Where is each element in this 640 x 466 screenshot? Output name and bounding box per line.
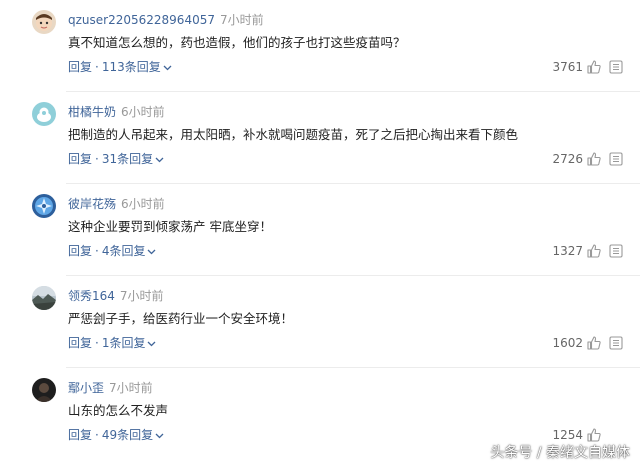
chevron-down-icon: [155, 157, 164, 162]
like-count: 1254: [552, 428, 583, 442]
avatar[interactable]: [32, 378, 56, 402]
comment-text: 把制造的人吊起来，用太阳晒，补水就喝问题疫苗，死了之后把心掏出来看下颜色: [68, 127, 519, 142]
timestamp: 7小时前: [219, 13, 264, 27]
menu-icon[interactable]: [608, 151, 624, 167]
reply-button[interactable]: 回复: [68, 244, 92, 258]
thumbs-up-icon[interactable]: [586, 427, 602, 443]
comment-text: 山东的怎么不发声: [68, 403, 169, 418]
thumbs-up-icon[interactable]: [586, 243, 602, 259]
separator-dot: ·: [95, 60, 99, 74]
chevron-down-icon: [148, 341, 156, 346]
username[interactable]: qzuser22056228964057: [68, 13, 215, 27]
replies-count: 113条回复: [101, 60, 161, 74]
avatar[interactable]: [32, 102, 56, 126]
reply-button[interactable]: 回复: [68, 152, 92, 166]
username[interactable]: 领秀164: [68, 289, 115, 303]
timestamp: 6小时前: [121, 105, 165, 119]
replies-count: 1条回复: [101, 336, 146, 350]
like-count: 2726: [552, 152, 583, 166]
replies-count: 49条回复: [101, 428, 154, 442]
comment-item: 领秀164 7小时前 严惩刽子手，给医药行业一个安全环境！ 回复 · 1条回复 160…: [0, 276, 640, 368]
replies-toggle[interactable]: 31条回复: [102, 152, 164, 166]
replies-count: 4条回复: [101, 244, 146, 258]
chevron-down-icon: [155, 433, 164, 438]
comment-item: qzuser22056228964057 7小时前 真不知道怎么想的，药也造假，他…: [0, 0, 640, 92]
like-count: 1602: [552, 336, 583, 350]
avatar[interactable]: [32, 194, 56, 218]
replies-toggle[interactable]: 4条回复: [102, 244, 157, 258]
comment-item: 柑橘牛奶 6小时前 把制造的人吊起来，用太阳晒，补水就喝问题疫苗，死了之后把心掏出…: [0, 92, 640, 184]
avatar[interactable]: [32, 10, 56, 34]
separator-dot: ·: [95, 428, 99, 442]
menu-icon[interactable]: [608, 59, 624, 75]
like-count: 1327: [552, 244, 583, 258]
avatar[interactable]: [32, 286, 56, 310]
timestamp: 6小时前: [121, 197, 165, 211]
username[interactable]: 彼岸花殇: [68, 197, 116, 211]
replies-count: 31条回复: [101, 152, 154, 166]
username[interactable]: 柑橘牛奶: [68, 105, 116, 119]
menu-icon[interactable]: [608, 243, 624, 259]
username[interactable]: 鄢小歪: [68, 381, 104, 395]
chevron-down-icon: [163, 65, 172, 70]
separator-dot: ·: [95, 336, 99, 350]
chevron-down-icon: [148, 249, 156, 254]
reply-button[interactable]: 回复: [68, 336, 92, 350]
menu-icon[interactable]: [608, 335, 624, 351]
comment-text: 真不知道怎么想的，药也造假，他们的孩子也打这些疫苗吗？: [68, 35, 406, 50]
comment-item: 彼岸花殇 6小时前 这种企业要罚到倾家荡产 牢底坐穿！ 回复 · 4条回复 1327: [0, 184, 640, 276]
separator-dot: ·: [95, 244, 99, 258]
like-count: 3761: [552, 60, 583, 74]
comment-text: 这种企业要罚到倾家荡产 牢底坐穿！: [68, 219, 272, 234]
reply-button[interactable]: 回复: [68, 60, 92, 74]
timestamp: 7小时前: [119, 289, 164, 303]
thumbs-up-icon[interactable]: [586, 151, 602, 167]
comment-text: 严惩刽子手，给医药行业一个安全环境！: [68, 311, 294, 326]
thumbs-up-icon[interactable]: [586, 59, 602, 75]
watermark: 头条号 / 秦绪文自媒体: [490, 445, 630, 461]
thumbs-up-icon[interactable]: [586, 335, 602, 351]
replies-toggle[interactable]: 49条回复: [102, 428, 164, 442]
reply-button[interactable]: 回复: [68, 428, 92, 442]
replies-toggle[interactable]: 113条回复: [102, 60, 172, 74]
replies-toggle[interactable]: 1条回复: [102, 336, 157, 350]
separator-dot: ·: [95, 152, 99, 166]
timestamp: 7小时前: [109, 381, 153, 395]
